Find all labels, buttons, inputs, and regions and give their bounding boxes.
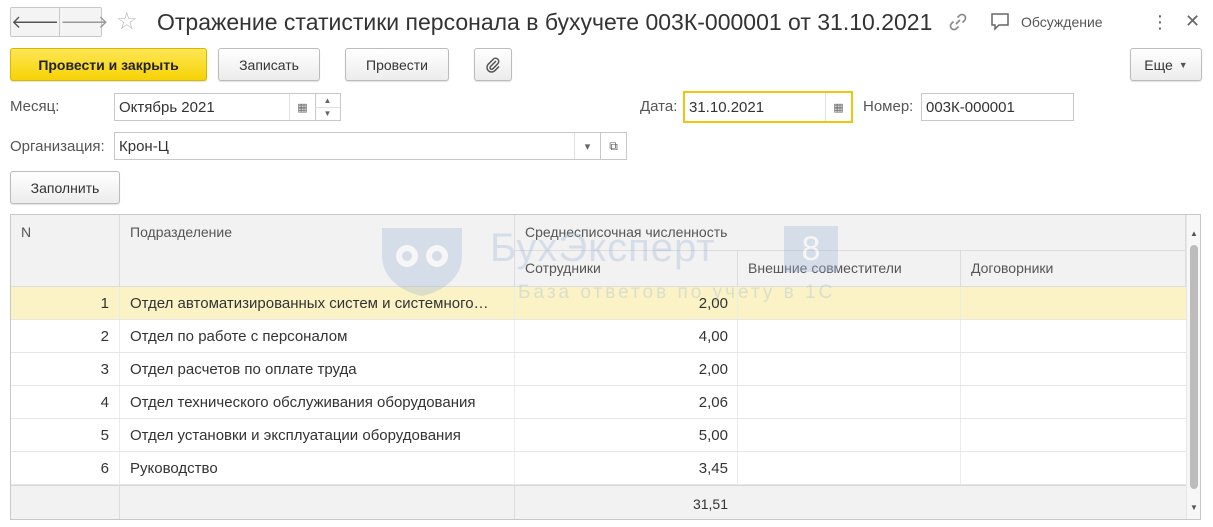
table-row[interactable]: 2 Отдел по работе с персоналом 4,00 [11, 320, 1186, 353]
dropdown-arrow-icon[interactable]: ▾ [574, 133, 600, 159]
department-name: Отдел технического обслуживания оборудов… [130, 394, 476, 411]
table-row[interactable]: 6 Руководство 3,45 [11, 452, 1186, 485]
table-row[interactable]: 4 Отдел технического обслуживания оборудо… [11, 386, 1186, 419]
employees-value: 2,00 [698, 295, 728, 312]
scrollbar-thumb[interactable] [1190, 245, 1198, 489]
navigation-buttons: 🡐 🡒 [10, 7, 109, 37]
stepper-up-icon[interactable]: ▲ [315, 94, 340, 107]
row-number: 1 [100, 295, 109, 312]
scroll-up-icon[interactable]: ▲ [1187, 229, 1200, 238]
vertical-scrollbar[interactable]: ▲ ▼ [1186, 215, 1200, 519]
department-name: Отдел расчетов по оплате труда [130, 361, 357, 378]
organization-field[interactable]: Крон-Ц ▾ [114, 132, 601, 160]
department-name: Отдел по работе с персоналом [130, 328, 348, 345]
column-header-external[interactable]: Внешние совместители [738, 251, 961, 287]
chevron-down-icon: ▼ [1178, 59, 1188, 70]
row-number: 6 [100, 460, 109, 477]
more-button[interactable]: Еще ▼ [1130, 48, 1202, 81]
open-organization-button[interactable]: ⧉ [600, 132, 627, 160]
organization-label: Организация: [10, 138, 105, 155]
attach-button[interactable] [474, 48, 512, 81]
month-value: Октябрь 2021 [119, 98, 215, 116]
headcount-table: N Подразделение Среднесписочная численно… [10, 214, 1201, 520]
favorite-star-icon[interactable]: ☆ [116, 8, 138, 36]
employees-value: 3,45 [698, 460, 728, 477]
table-row[interactable]: 1 Отдел автоматизированных систем и систе… [11, 287, 1186, 320]
scroll-down-icon[interactable]: ▼ [1187, 503, 1200, 512]
month-field[interactable]: Октябрь 2021 ▦ [114, 93, 316, 121]
date-field[interactable]: 31.10.2021 ▦ [683, 91, 853, 123]
more-menu-icon[interactable]: ⋮ [1151, 10, 1169, 34]
organization-value: Крон-Ц [119, 137, 169, 155]
number-label: Номер: [863, 98, 914, 115]
employees-value: 2,00 [698, 361, 728, 378]
calendar-icon[interactable]: ▦ [289, 94, 315, 120]
row-number: 5 [100, 427, 109, 444]
department-name: Руководство [130, 460, 218, 477]
department-name: Отдел установки и эксплуатации оборудова… [130, 427, 461, 444]
row-number: 2 [100, 328, 109, 345]
month-label: Месяц: [10, 98, 60, 115]
table-row[interactable]: 3 Отдел расчетов по оплате труда 2,00 [11, 353, 1186, 386]
employees-value: 2,06 [698, 394, 728, 411]
date-value: 31.10.2021 [689, 98, 765, 116]
row-number: 3 [100, 361, 109, 378]
save-button[interactable]: Записать [218, 48, 320, 81]
stepper-down-icon[interactable]: ▼ [315, 106, 340, 121]
open-window-icon: ⧉ [609, 138, 618, 153]
paperclip-icon [486, 57, 500, 73]
department-name: Отдел автоматизированных систем и систем… [130, 295, 489, 312]
column-header-employees[interactable]: Сотрудники [515, 251, 738, 287]
number-field[interactable]: 003К-000001 [921, 93, 1074, 121]
table-footer: 31,51 [11, 485, 1186, 519]
table-row[interactable]: 5 Отдел установки и эксплуатации оборудов… [11, 419, 1186, 452]
row-number: 4 [100, 394, 109, 411]
close-icon[interactable]: ✕ [1185, 9, 1200, 33]
discussion-icon[interactable] [990, 12, 1012, 32]
post-and-close-button[interactable]: Провести и закрыть [10, 48, 207, 81]
employees-value: 4,00 [698, 328, 728, 345]
post-button[interactable]: Провести [345, 48, 449, 81]
link-icon[interactable] [948, 12, 968, 32]
window-title: Отражение статистики персонала в бухучет… [157, 9, 933, 35]
column-header-n[interactable]: N [11, 215, 120, 287]
forward-arrow-icon[interactable]: 🡒 [59, 8, 109, 36]
column-header-avg-headcount: Среднесписочная численность [515, 215, 1186, 251]
date-label: Дата: [640, 98, 678, 115]
back-arrow-icon[interactable]: 🡐 [11, 8, 59, 36]
discussion-label[interactable]: Обсуждение [1021, 14, 1103, 30]
column-header-department[interactable]: Подразделение [120, 215, 515, 287]
employees-value: 5,00 [698, 427, 728, 444]
number-value: 003К-000001 [926, 98, 1015, 116]
calendar-icon[interactable]: ▦ [825, 93, 851, 121]
total-employees: 31,51 [692, 496, 728, 512]
column-header-contractors[interactable]: Договорники [961, 251, 1186, 287]
month-stepper[interactable]: ▲ ▼ [315, 93, 341, 121]
fill-button[interactable]: Заполнить [10, 171, 120, 204]
more-button-label: Еще [1144, 56, 1173, 73]
